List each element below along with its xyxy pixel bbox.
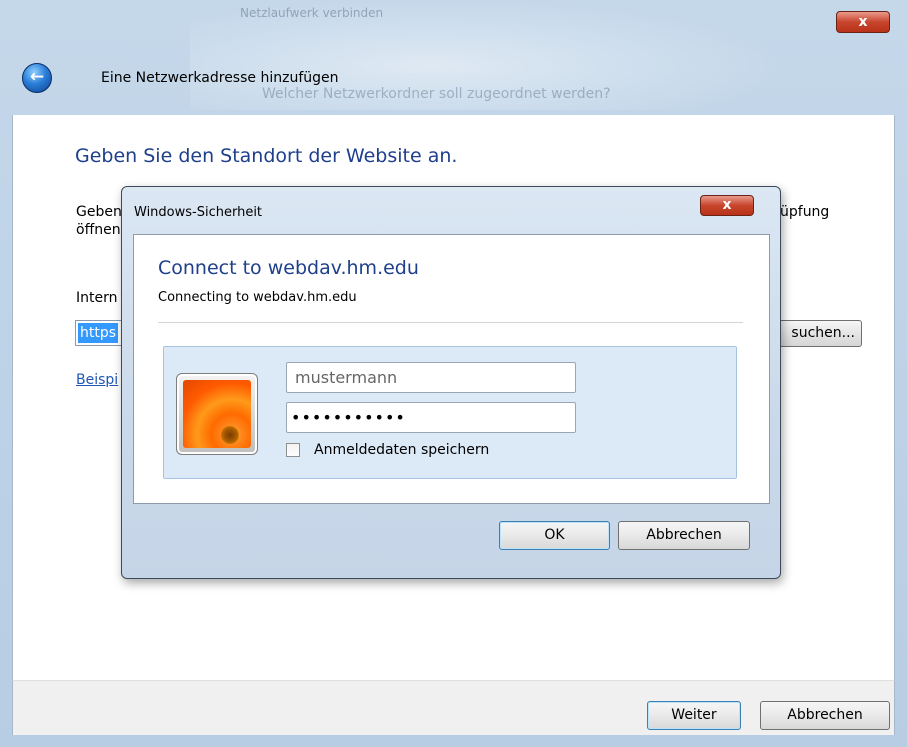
- divider: [158, 322, 743, 323]
- username-field[interactable]: mustermann: [286, 362, 576, 393]
- next-button[interactable]: Weiter: [647, 701, 741, 730]
- user-avatar-flower-icon: [176, 373, 258, 455]
- background-window-title: Netzlaufwerk verbinden: [240, 6, 384, 20]
- description-line-1: Geben: [76, 204, 122, 220]
- wizard-title: Eine Netzwerkadresse hinzufügen: [101, 70, 339, 86]
- background-window-question: Welcher Netzwerkordner soll zugeordnet w…: [262, 86, 611, 102]
- windows-security-dialog: Windows-Sicherheit x Connect to webdav.h…: [121, 186, 781, 579]
- avatar-image: [183, 380, 251, 448]
- dialog-content: Connect to webdav.hm.edu Connecting to w…: [133, 234, 770, 504]
- back-arrow-icon[interactable]: ←: [22, 63, 52, 93]
- wizard-footer: Weiter Abbrechen: [12, 680, 895, 735]
- dialog-heading: Connect to webdav.hm.edu: [158, 257, 419, 279]
- wizard-cancel-button[interactable]: Abbrechen: [760, 701, 890, 730]
- dialog-close-button[interactable]: x: [700, 195, 754, 216]
- address-selected-text: https: [78, 323, 119, 343]
- browse-button[interactable]: suchen...: [773, 320, 862, 347]
- address-label: Intern: [76, 290, 118, 306]
- credential-tile[interactable]: mustermann ••••••••••• Anmeldedaten spei…: [163, 346, 737, 479]
- checkbox-square[interactable]: [286, 443, 300, 457]
- page-heading: Geben Sie den Standort der Website an.: [75, 145, 458, 167]
- password-field[interactable]: •••••••••••: [286, 402, 576, 433]
- remember-credentials-checkbox[interactable]: Anmeldedaten speichern: [286, 442, 489, 458]
- description-line-2: öffnen: [76, 222, 121, 238]
- examples-link[interactable]: Beispi: [76, 372, 118, 388]
- description-line-1-tail: üpfung: [780, 204, 830, 220]
- remember-label: Anmeldedaten speichern: [314, 442, 490, 458]
- dialog-subtitle: Connecting to webdav.hm.edu: [158, 290, 357, 305]
- close-button[interactable]: x: [836, 11, 890, 33]
- dialog-cancel-button[interactable]: Abbrechen: [618, 521, 750, 550]
- ok-button[interactable]: OK: [499, 521, 610, 550]
- dialog-title: Windows-Sicherheit: [134, 205, 263, 220]
